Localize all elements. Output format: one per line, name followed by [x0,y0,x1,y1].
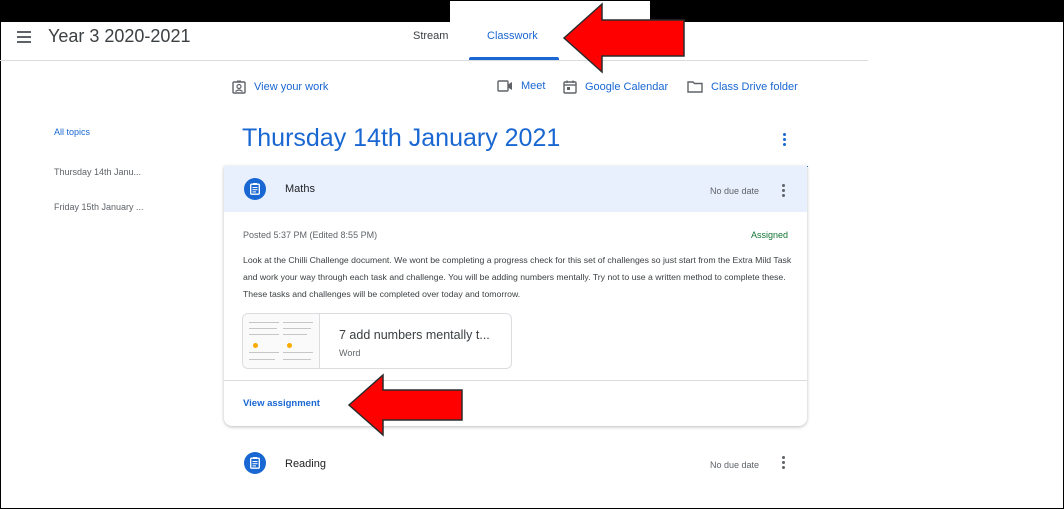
meet-link[interactable]: Meet [497,80,545,92]
assignment-card-maths: Maths No due date Posted 5:37 PM (Edited… [224,166,807,426]
sidebar-topic-all[interactable]: All topics [54,127,90,137]
view-your-work-label: View your work [254,81,329,93]
topic-title: Thursday 14th January 2021 [242,124,561,152]
assignment-title: Reading [285,458,326,470]
attachment-thumbnail [243,314,320,368]
card-divider [224,380,807,381]
folder-icon [687,81,703,93]
class-drive-folder-link[interactable]: Class Drive folder [687,80,798,93]
tab-classwork[interactable]: Classwork [487,30,538,42]
class-drive-folder-label: Class Drive folder [711,80,798,93]
assignment-header-maths[interactable]: Maths No due date [224,166,807,212]
view-assignment-link[interactable]: View assignment [243,398,320,409]
active-tab-indicator [469,57,559,60]
google-calendar-link[interactable]: Google Calendar [563,80,668,94]
assignment-clipboard-icon [244,178,266,200]
topic-more-icon[interactable] [783,133,787,148]
hamburger-menu-icon[interactable] [17,31,31,43]
class-title[interactable]: Year 3 2020-2021 [48,26,190,47]
person-badge-icon [232,80,246,94]
due-date: No due date [710,460,760,470]
video-camera-icon [497,80,512,92]
sidebar-topic-thursday[interactable]: Thursday 14th Janu... [54,167,141,177]
status-badge: Assigned [750,230,788,240]
more-vert-icon[interactable] [782,184,786,199]
assignment-clipboard-icon [244,452,266,474]
due-date: No due date [710,186,760,196]
tab-stream[interactable]: Stream [413,30,448,42]
attachment-card[interactable]: 7 add numbers mentally t... Word [242,313,512,369]
view-your-work-link[interactable]: View your work [232,80,328,94]
meet-label: Meet [521,80,546,92]
calendar-icon [563,80,577,94]
assignment-title: Maths [285,183,315,195]
top-black-bar [0,0,1064,22]
attachment-type: Word [339,348,361,358]
attachment-title: 7 add numbers mentally t... [339,328,490,342]
annotation-arrow-classwork [562,2,685,74]
more-vert-icon[interactable] [782,456,786,471]
google-calendar-label: Google Calendar [585,81,669,93]
sidebar-topic-friday[interactable]: Friday 15th January ... [54,202,144,212]
assignment-description: Look at the Chilli Challenge document. W… [243,255,792,299]
posted-time: Posted 5:37 PM (Edited 8:55 PM) [243,230,378,240]
annotation-arrow-view-assignment [347,373,463,437]
top-app-bar: Year 3 2020-2021 Stream Classwork [0,22,868,61]
